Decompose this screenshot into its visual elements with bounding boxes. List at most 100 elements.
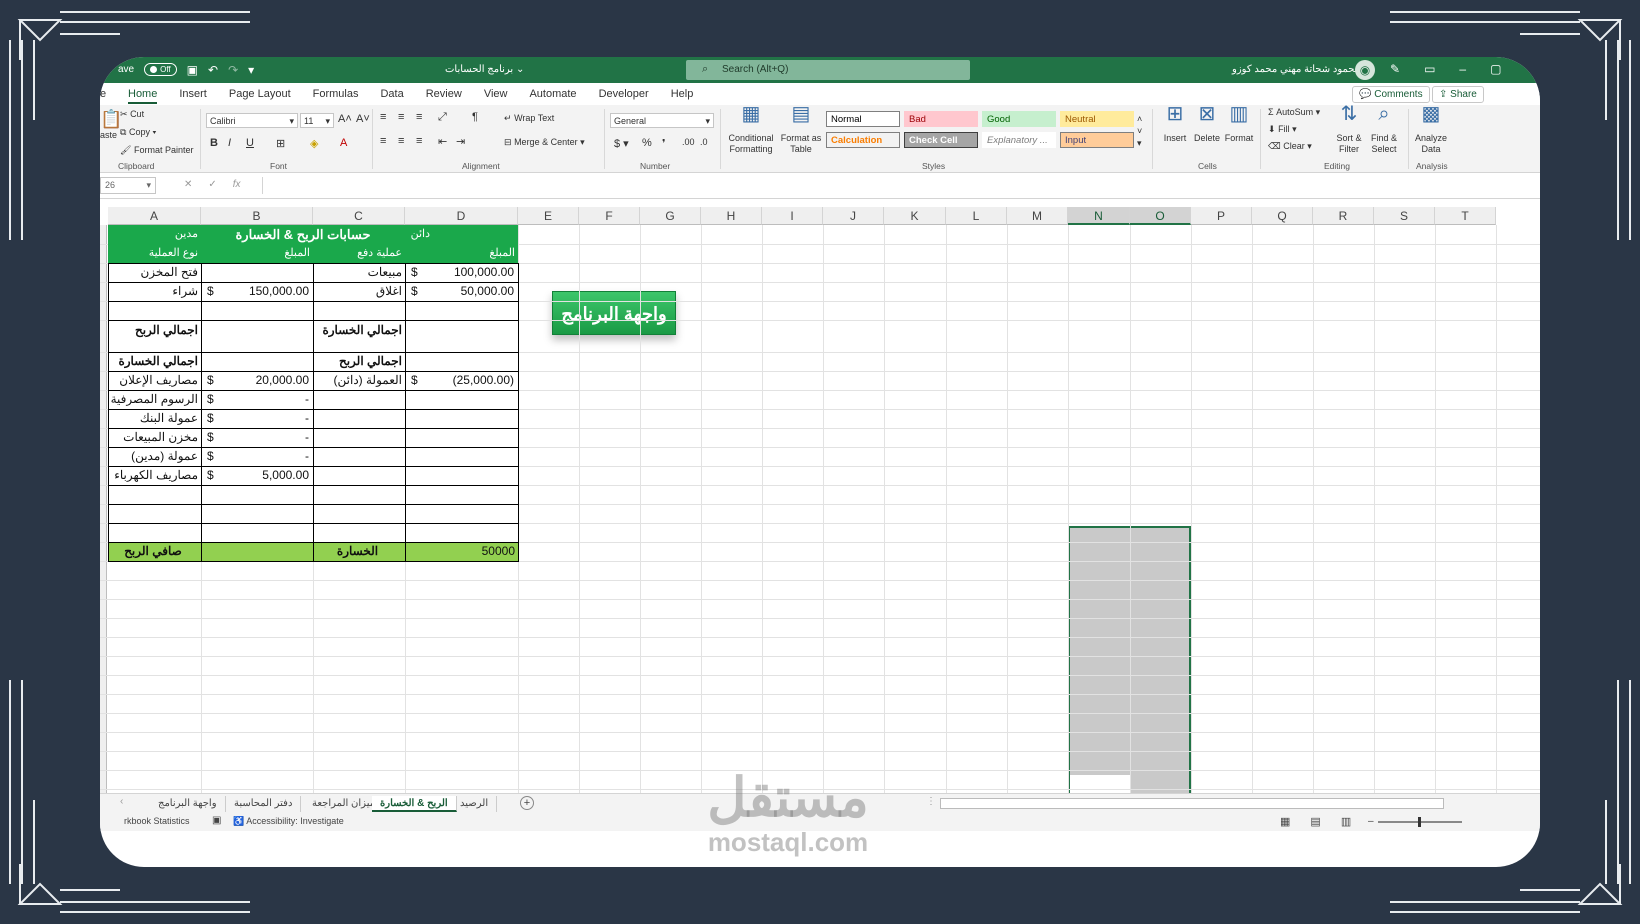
payment-operation-cell[interactable] <box>313 390 405 409</box>
horizontal-scrollbar[interactable] <box>940 798 1444 809</box>
operation-type-cell[interactable]: شراء <box>108 282 201 301</box>
tab-file[interactable]: e <box>100 88 106 100</box>
font-color-icon[interactable]: A <box>340 137 347 149</box>
align-center-icon[interactable]: ≡ <box>398 135 404 147</box>
total-profit-label[interactable]: اجمالي الربح <box>313 352 405 371</box>
delete-cells-button[interactable]: ⊠ Delete <box>1192 104 1222 144</box>
sheet-tab[interactable]: واجهة البرنامج <box>150 796 226 812</box>
font-name-select[interactable]: Calibri ▾ <box>206 113 298 128</box>
amount-cell[interactable] <box>405 466 518 485</box>
cell-style-input[interactable]: Input <box>1060 132 1134 148</box>
column-header-o[interactable]: O <box>1130 207 1191 225</box>
format-painter-button[interactable]: 🖌 Format Painter <box>120 145 193 156</box>
merge-center-button[interactable]: ⊟ Merge & Center ▾ <box>504 137 585 148</box>
tab-help[interactable]: Help <box>671 88 694 104</box>
expense-label-cell[interactable]: مصاريف الكهرباء <box>108 466 201 485</box>
minimize-icon[interactable]: – <box>1459 62 1466 76</box>
header-credit[interactable]: دائن <box>405 225 518 244</box>
fill-color-icon[interactable]: ◈ <box>310 137 318 150</box>
avatar[interactable]: ◉ <box>1355 60 1375 80</box>
percent-icon[interactable]: % <box>642 137 652 149</box>
restore-icon[interactable]: ▢ <box>1490 62 1501 76</box>
amount-cell[interactable]: $ - <box>201 428 313 447</box>
cell-style-check-cell[interactable]: Check Cell <box>904 132 978 148</box>
cell-style-calculation[interactable]: Calculation <box>826 132 900 148</box>
bold-button[interactable]: B <box>210 137 218 149</box>
accessibility-status[interactable]: ♿ Accessibility: Investigate <box>233 816 344 827</box>
column-header-i[interactable]: I <box>762 207 823 225</box>
loss-value[interactable]: 50000 <box>405 542 518 561</box>
total-loss-label[interactable]: اجمالي الخسارة <box>313 320 405 352</box>
total-profit-label[interactable]: اجمالي الربح <box>108 320 201 352</box>
align-right-icon[interactable]: ≡ <box>416 135 422 147</box>
column-header-g[interactable]: G <box>640 207 701 225</box>
sheet-tab[interactable]: الرصيد <box>452 796 498 812</box>
sheet-tab[interactable]: الربح & الخسارة <box>372 796 457 812</box>
clear-button[interactable]: ⌫ Clear ▾ <box>1268 141 1312 152</box>
cancel-icon[interactable]: ✕ <box>184 179 192 190</box>
search-input[interactable]: ⌕ Search (Alt+Q) <box>686 60 970 80</box>
column-header-d[interactable]: D <box>405 207 518 225</box>
tab-formulas[interactable]: Formulas <box>313 88 359 104</box>
column-header-s[interactable]: S <box>1374 207 1435 225</box>
normal-view-icon[interactable]: ▦ <box>1280 815 1290 828</box>
insert-cells-button[interactable]: ⊞ Insert <box>1160 104 1190 144</box>
column-header-b[interactable]: B <box>201 207 313 225</box>
align-left-icon[interactable]: ≡ <box>380 135 386 147</box>
amount-cell[interactable]: $20,000.00 <box>201 371 313 390</box>
comments-button[interactable]: 💬 Comments <box>1352 86 1430 103</box>
page-layout-view-icon[interactable]: ▤ <box>1310 815 1320 828</box>
increase-font-icon[interactable]: A˄ <box>338 113 352 125</box>
conditional-formatting-button[interactable]: ▦ Conditional Formatting <box>724 104 778 155</box>
column-title-c[interactable]: عملية دفع <box>313 244 405 263</box>
expense-label-cell[interactable]: عمولة (مدين) <box>108 447 201 466</box>
page-break-view-icon[interactable]: ▥ <box>1341 815 1351 828</box>
cell-style-explanatory[interactable]: Explanatory ... <box>982 132 1056 148</box>
column-header-m[interactable]: M <box>1007 207 1068 225</box>
total-loss-label[interactable]: اجمالي الخسارة <box>108 352 201 371</box>
amount-cell[interactable]: $150,000.00 <box>201 282 313 301</box>
insert-function-icon[interactable]: fx <box>233 179 241 190</box>
cell-style-good[interactable]: Good <box>982 111 1056 127</box>
decrease-font-icon[interactable]: A˅ <box>356 113 370 125</box>
tab-data[interactable]: Data <box>380 88 403 104</box>
operation-type-cell[interactable]: فتح المخزن <box>108 263 201 282</box>
redo-icon[interactable]: ↷ <box>228 64 238 76</box>
save-icon[interactable]: ▣ <box>187 64 198 76</box>
formula-input[interactable] <box>262 177 1540 194</box>
currency-icon[interactable]: $ ▾ <box>614 137 629 150</box>
decrease-decimal-icon[interactable]: .0 <box>700 137 708 147</box>
font-size-select[interactable]: 11 ▾ <box>300 113 334 128</box>
amount-cell[interactable]: $5,000.00 <box>201 466 313 485</box>
pen-icon[interactable]: ✎ <box>1390 62 1400 76</box>
zoom-slider[interactable]: – <box>1368 816 1462 827</box>
increase-indent-icon[interactable]: ⇥ <box>456 135 465 148</box>
align-bottom-icon[interactable]: ≡ <box>416 111 422 123</box>
zoom-knob[interactable] <box>1417 816 1421 827</box>
payment-operation-cell[interactable]: مبيعات <box>313 263 405 282</box>
column-title-a[interactable]: نوع العملية <box>108 244 201 263</box>
macro-record-icon[interactable]: ▣ <box>212 815 221 826</box>
add-sheet-button[interactable]: + <box>520 796 534 810</box>
cell-style-neutral[interactable]: Neutral <box>1060 111 1134 127</box>
increase-decimal-icon[interactable]: .00 <box>682 137 695 147</box>
customize-qat-icon[interactable]: ▾ <box>248 64 254 76</box>
column-header-j[interactable]: J <box>823 207 884 225</box>
analyze-data-button[interactable]: ▩ Analyze Data <box>1412 104 1450 155</box>
amount-cell[interactable]: $100,000.00 <box>405 263 518 282</box>
active-cell[interactable] <box>1070 775 1130 793</box>
borders-icon[interactable]: ⊞ <box>276 137 285 150</box>
align-top-icon[interactable]: ≡ <box>380 111 386 123</box>
column-header-n[interactable]: N <box>1068 207 1130 225</box>
column-header-a[interactable]: A <box>108 207 201 225</box>
wrap-text-button[interactable]: ↵ Wrap Text <box>504 113 554 124</box>
amount-cell[interactable] <box>405 390 518 409</box>
copy-button[interactable]: ⧉ Copy ▾ <box>120 127 156 138</box>
share-button[interactable]: ⇪ Share <box>1432 86 1484 103</box>
tab-splitter-icon[interactable]: ⋮ <box>926 796 936 807</box>
sheet-tab[interactable]: دفتر المحاسبة <box>226 796 302 812</box>
header-debit[interactable]: مدين <box>108 225 201 244</box>
fill-button[interactable]: ⬇ Fill ▾ <box>1268 124 1297 135</box>
payment-operation-cell[interactable] <box>313 409 405 428</box>
tab-home[interactable]: Home <box>128 88 158 104</box>
